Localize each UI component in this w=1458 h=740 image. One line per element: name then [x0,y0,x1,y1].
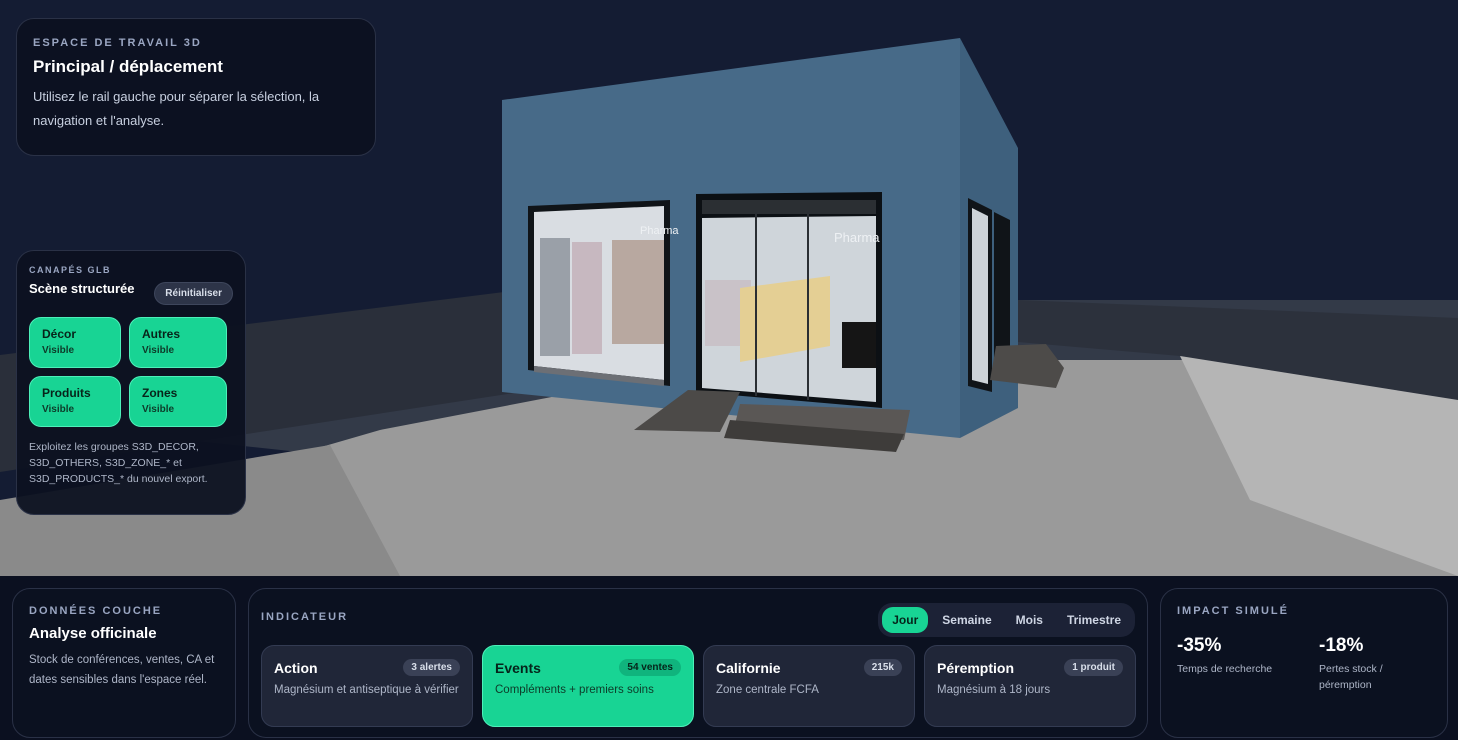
workspace-description: Utilisez le rail gauche pour séparer la … [33,89,320,128]
metric-label: Pertes stock / péremption [1319,663,1383,691]
metric-value: -35% [1177,635,1222,656]
shelf-1 [540,238,570,356]
card-badge: 3 alertes [403,659,460,676]
card-subtitle: Magnésium et antiseptique à vérifier [274,684,459,696]
reset-button[interactable]: Réinitialiser [154,282,233,305]
storefront-sign-left: Pharma [640,225,679,237]
metric-value: -18% [1319,635,1364,656]
data-layer-eyebrow: DONNÉES COUCHE [29,605,163,617]
window-side-2 [994,212,1010,368]
card-badge: 54 ventes [619,659,681,676]
workspace-eyebrow: ESPACE DE TRAVAIL 3D [33,37,202,49]
layer-state: Visible [42,404,75,415]
layer-state: Visible [142,345,175,356]
layer-toggle-produits[interactable]: Produits Visible [29,376,121,427]
card-badge: 1 produit [1064,659,1123,676]
data-layer-title: Analyse officinale [29,625,157,642]
indicator-card-peremption[interactable]: Péremption 1 produit Magnésium à 18 jour… [924,645,1136,727]
layers-eyebrow: CANAPÉS GLB [29,265,112,275]
card-name: Californie [716,659,781,676]
metric-stock-loss: -18% Pertes stock / péremption [1319,635,1429,693]
layer-name: Produits [42,386,91,400]
card-name: Action [274,659,318,676]
layer-name: Décor [42,327,77,341]
layer-toggle-autres[interactable]: Autres Visible [129,317,227,368]
layer-state: Visible [142,404,175,415]
indicator-card-californie[interactable]: Californie 215k Zone centrale FCFA [703,645,915,727]
layers-title: Scène structurée [29,281,135,296]
counter [842,322,876,368]
layer-toggle-decor[interactable]: Décor Visible [29,317,121,368]
impact-eyebrow: IMPACT SIMULÉ [1177,605,1289,617]
card-subtitle: Compléments + premiers soins [495,684,654,696]
storefront-sign: Pharma [834,230,880,245]
layer-name: Autres [142,327,181,341]
card-name: Péremption [937,659,1015,676]
card-subtitle: Magnésium à 18 jours [937,684,1051,696]
data-layer-card: DONNÉES COUCHE Analyse officinale Stock … [12,588,236,738]
card-name: Events [495,659,541,676]
layers-footnote: Exploitez les groupes S3D_DECOR, S3D_OTH… [29,441,208,485]
impact-card: IMPACT SIMULÉ -35% Temps de recherche -1… [1160,588,1448,738]
data-layer-description: Stock de conférences, ventes, CA et date… [29,654,215,686]
layer-toggle-zones[interactable]: Zones Visible [129,376,227,427]
tab-semaine[interactable]: Semaine [932,607,1001,633]
shelf-3 [612,240,664,344]
3d-viewport[interactable]: Pharma Pharma ESPACE DE TRAVAIL 3D Princ… [0,0,1458,576]
metric-label: Temps de recherche [1177,663,1273,675]
bottom-bar: DONNÉES COUCHE Analyse officinale Stock … [0,576,1458,740]
card-badge: 215k [863,659,902,676]
layer-toggle-grid: Décor Visible Autres Visible Produits Vi… [29,317,233,427]
door-header [702,200,876,214]
tab-jour[interactable]: Jour [882,607,929,633]
period-tabs: Jour Semaine Mois Trimestre [878,603,1135,637]
workspace-title: Principal / déplacement [33,57,223,76]
shelf-2 [572,242,602,354]
impact-metrics: -35% Temps de recherche -18% Pertes stoc… [1177,635,1431,693]
indicator-cards: Action 3 alertes Magnésium et antiseptiq… [261,645,1136,727]
layer-name: Zones [142,386,178,400]
workspace-card: ESPACE DE TRAVAIL 3D Principal / déplace… [16,18,376,156]
layer-state: Visible [42,345,75,356]
layers-panel: CANAPÉS GLB Scène structurée Réinitialis… [16,250,246,515]
indicator-card-events[interactable]: Events 54 ventes Compléments + premiers … [482,645,694,727]
indicator-card-action[interactable]: Action 3 alertes Magnésium et antiseptiq… [261,645,473,727]
tab-mois[interactable]: Mois [1006,607,1053,633]
indicator-panel: INDICATEUR Jour Semaine Mois Trimestre A… [248,588,1148,738]
tab-trimestre[interactable]: Trimestre [1057,607,1131,633]
window-side-1-glass [972,208,988,384]
metric-search-time: -35% Temps de recherche [1177,635,1287,693]
card-subtitle: Zone centrale FCFA [716,684,819,696]
